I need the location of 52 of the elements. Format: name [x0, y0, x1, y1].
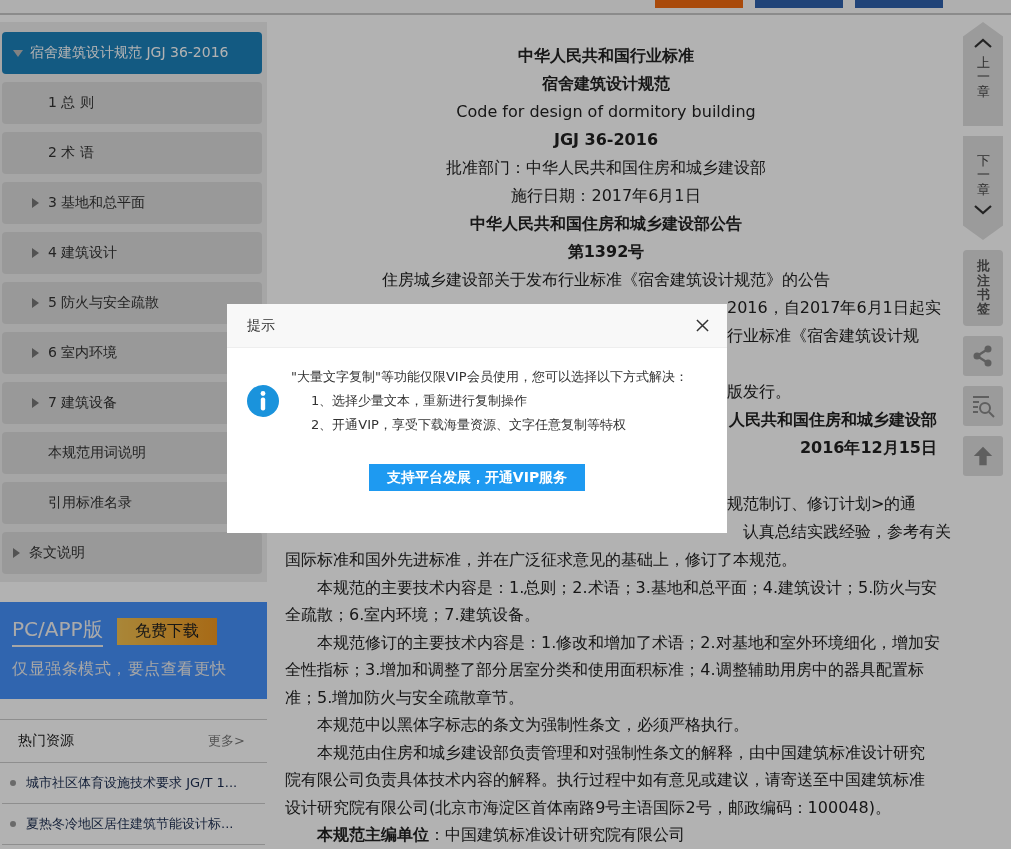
dialog-option: 2、开通VIP，享受下载海量资源、文字任意复制等特权 — [291, 416, 688, 434]
document-heading: 中华人民共和国行业标准 — [517, 45, 695, 67]
vip-button[interactable]: 支持平台发展，开通VIP服务 — [368, 464, 586, 491]
banner-title: PC/APP版 — [12, 616, 103, 647]
document-heading: JGJ 36-2016 — [552, 129, 659, 151]
document-heading: 中华人民共和国住房和城乡建设部公告 — [469, 213, 743, 235]
search-text-button[interactable] — [963, 386, 1003, 426]
document-heading: 第1392号 — [566, 241, 646, 263]
document-paragraph: 本规范的主要技术内容是：1.总则；2.术语；3.基地和总平面；4.建筑设计；5.防火与安全疏散；6.室内环境；7.建筑设备。 — [285, 576, 939, 626]
previous-chapter-button[interactable]: 上一章 — [963, 22, 1003, 126]
search-icon — [970, 393, 996, 419]
document-heading: Code for design of dormitory building — [455, 101, 757, 123]
document-text: 2016，自2017年6月1日起实 — [727, 297, 941, 319]
document-paragraph: 本规范主编单位：中国建筑标准设计研究院有限公司 — [316, 824, 686, 846]
document-paragraph: 本规范由住房和城乡建设部负责管理和对强制性条文的解释，由中国建筑标准设计研究院有限公司负责具体技术内容的解释。执行过程中如有意见或建议，请寄送至中国建筑标准设计研究院有限公司(北京市海淀区首体南路9号主语国际2号，邮政编码：100048)。 — [285, 741, 926, 819]
sidebar-item[interactable]: 条文说明 — [2, 532, 262, 574]
info-icon — [247, 385, 279, 417]
document-paragraph: 国际标准和国外先进标准，并在广泛征求意见的基础上，修订了本规范。 — [285, 549, 798, 571]
notes-bookmarks-button[interactable]: 批注书签 — [963, 250, 1003, 326]
document-text: 认真总结实践经验，参考有关 — [743, 521, 951, 543]
sidebar-item[interactable]: 宿舍建筑设计规范 JGJ 36-2016 — [2, 32, 262, 74]
dialog-option: 1、选择少量文本，重新进行复制操作 — [291, 392, 688, 410]
resource-link[interactable]: 城市社区体育设施技术要求 JG/T 1... — [2, 763, 265, 804]
up-arrow-icon — [972, 445, 994, 467]
document-heading: 宿舍建筑设计规范 — [541, 73, 671, 95]
more-link[interactable]: 更多> — [208, 732, 245, 750]
sidebar-item[interactable]: 3 基地和总平面 — [2, 182, 262, 224]
document-text: 2016年12月15日 — [799, 437, 937, 459]
document-paragraph: 本规范中以黑体字标志的条文为强制性条文，必须严格执行。 — [316, 714, 750, 736]
chevron-up-icon — [973, 38, 993, 48]
document-heading: 施行日期：2017年6月1日 — [510, 185, 702, 207]
next-chapter-button[interactable]: 下一章 — [963, 136, 1003, 240]
document-paragraph: 本规范修订的主要技术内容是：1.修改和增加了术语；2.对基地和室外环境细化，增加安全性指标；3.增加和调整了部分居室分类和使用面积标准；4.调整辅助用房中的器具配置标准；5.增加防火与安全疏散章节。 — [285, 631, 940, 709]
document-text: 规范制订、修订计划>的通 — [727, 493, 917, 515]
section-title: 热门资源 — [18, 732, 74, 750]
document-heading: 住房城乡建设部关于发布行业标准《宿舍建筑设计规范》的公告 — [381, 269, 831, 291]
share-button[interactable] — [963, 336, 1003, 376]
back-to-top-button[interactable] — [963, 436, 1003, 476]
resource-link[interactable]: 夏热冬冷地区居住建筑节能设计标... — [2, 804, 265, 845]
dialog-message: "大量文字复制"等功能仅限VIP会员使用，您可以选择以下方式解决： — [291, 368, 688, 386]
download-banner[interactable]: PC/APP版 免费下载 仅显强条模式，要点查看更快 — [0, 602, 267, 699]
document-text: 行业标准《宿舍建筑设计规 — [727, 325, 919, 347]
sidebar-item[interactable]: 2 术 语 — [2, 132, 262, 174]
close-button[interactable] — [694, 317, 711, 334]
document-text: 版发行。 — [727, 381, 791, 403]
chevron-down-icon — [973, 204, 993, 215]
banner-subtitle: 仅显强条模式，要点查看更快 — [12, 659, 228, 680]
document-text: 人民共和国住房和城乡建设部 — [729, 409, 937, 431]
sidebar-item[interactable]: 1 总 则 — [2, 82, 262, 124]
document-heading: 批准部门：中华人民共和国住房和城乡建设部 — [445, 157, 767, 179]
sidebar-item[interactable]: 4 建筑设计 — [2, 232, 262, 274]
download-button[interactable]: 免费下载 — [116, 618, 217, 645]
